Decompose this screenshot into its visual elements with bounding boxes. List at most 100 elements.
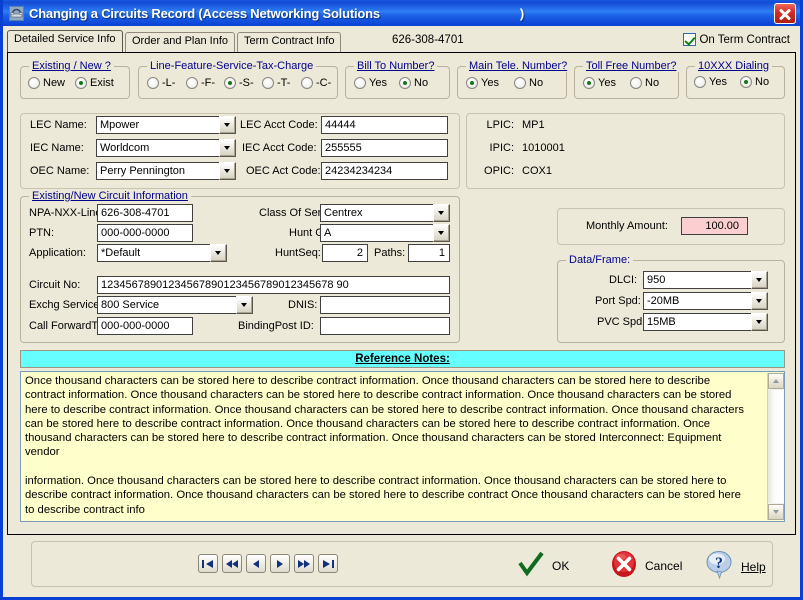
radio-c[interactable]: -C- — [301, 77, 331, 89]
npa-nxx-line-input[interactable]: 626-308-4701 — [97, 204, 193, 222]
prev-record-button[interactable] — [246, 554, 266, 573]
radio-t[interactable]: -T- — [262, 77, 290, 89]
notes-scrollbar[interactable] — [767, 373, 784, 520]
lec-name-label: LEC Name: — [30, 119, 87, 131]
radio-f[interactable]: -F- — [186, 77, 215, 89]
radio-toll-free-yes[interactable]: Yes — [583, 77, 616, 89]
pvc-spd-value[interactable]: 15MB — [643, 313, 751, 331]
tab-term-contract-info[interactable]: Term Contract Info — [237, 32, 342, 52]
radio-button[interactable] — [224, 77, 236, 89]
lec-name-value[interactable]: Mpower — [96, 116, 219, 134]
last-record-button[interactable] — [318, 554, 338, 573]
monthly-amount-input[interactable]: 100.00 — [681, 217, 748, 235]
oec-name-combo[interactable]: Perry Pennington — [96, 162, 236, 180]
on-term-contract-checkbox[interactable]: On Term Contract — [683, 33, 790, 46]
radio-button[interactable] — [186, 77, 198, 89]
dnis-input[interactable] — [320, 296, 450, 314]
class-of-service-combo[interactable]: Centrex — [320, 204, 450, 222]
circuit-no-input[interactable]: 12345678901234567890123456789012345678 9… — [97, 276, 450, 294]
radio-button[interactable] — [466, 77, 478, 89]
lec-name-combo[interactable]: Mpower — [96, 116, 236, 134]
radio-button[interactable] — [75, 77, 87, 89]
dlci-combo[interactable]: 950 — [643, 271, 768, 289]
chevron-down-icon[interactable] — [219, 162, 236, 180]
application-combo[interactable]: *Default — [97, 244, 227, 262]
radio-main-tele-yes[interactable]: Yes — [466, 77, 499, 89]
iec-name-value[interactable]: Worldcom — [96, 139, 219, 157]
radio-button[interactable] — [262, 77, 274, 89]
scroll-down-icon[interactable] — [768, 504, 784, 520]
radio-button[interactable] — [514, 77, 526, 89]
chevron-down-icon[interactable] — [219, 139, 236, 157]
pvc-spd-label: PVC Spd: — [597, 316, 646, 328]
exchg-service-combo[interactable]: 800 Service — [97, 296, 253, 314]
radio-toll-free-no[interactable]: No — [630, 77, 659, 89]
help-button[interactable]: ? Help — [704, 550, 766, 583]
ok-button[interactable]: OK — [517, 550, 569, 581]
group-title: Existing/New Circuit Information — [29, 190, 191, 202]
radio-button[interactable] — [147, 77, 159, 89]
radio-button[interactable] — [583, 77, 595, 89]
radio-main-tele-no[interactable]: No — [514, 77, 543, 89]
scrollbar-track[interactable] — [768, 390, 783, 503]
iec-name-combo[interactable]: Worldcom — [96, 139, 236, 157]
scroll-up-icon[interactable] — [768, 373, 784, 389]
chevron-down-icon[interactable] — [433, 224, 450, 242]
oec-act-code-input[interactable]: 24234234234 — [321, 162, 448, 180]
radio-10xxx-yes[interactable]: Yes — [694, 76, 727, 88]
lec-acct-code-input[interactable]: 44444 — [321, 116, 448, 134]
port-spd-combo[interactable]: -20MB — [643, 292, 768, 310]
reference-notes-box[interactable]: Once thousand characters can be stored h… — [20, 371, 785, 522]
chevron-down-icon[interactable] — [210, 244, 227, 262]
next-record-button[interactable] — [270, 554, 290, 573]
radio-button[interactable] — [354, 77, 366, 89]
checkbox-box[interactable] — [683, 33, 697, 46]
chevron-down-icon[interactable] — [219, 116, 236, 134]
oec-acct-label: OEC Act Code: — [246, 165, 321, 177]
radio-bill-to-no[interactable]: No — [399, 77, 428, 89]
reference-notes-title: Reference Notes: — [355, 353, 450, 365]
chevron-down-icon[interactable] — [751, 313, 768, 331]
chevron-down-icon[interactable] — [433, 204, 450, 222]
first-record-button[interactable] — [198, 554, 218, 573]
radio-button[interactable] — [301, 77, 313, 89]
close-icon[interactable] — [774, 2, 796, 24]
application-value[interactable]: *Default — [97, 244, 210, 262]
radio-l[interactable]: -L- — [147, 77, 175, 89]
tab-label: Order and Plan Info — [132, 35, 229, 47]
radio-button[interactable] — [740, 76, 752, 88]
hunt-group-combo[interactable]: A — [320, 224, 450, 242]
tab-detailed-service-info[interactable]: Detailed Service Info — [7, 30, 123, 52]
port-spd-value[interactable]: -20MB — [643, 292, 751, 310]
reference-notes-text[interactable]: Once thousand characters can be stored h… — [21, 372, 757, 521]
radio-button[interactable] — [630, 77, 642, 89]
radio-s[interactable]: -S- — [224, 77, 254, 89]
prev-page-button[interactable] — [222, 554, 242, 573]
next-page-button[interactable] — [294, 554, 314, 573]
oec-name-value[interactable]: Perry Pennington — [96, 162, 219, 180]
call-forward-to-input[interactable]: 000-000-0000 — [97, 317, 193, 335]
radio-button[interactable] — [399, 77, 411, 89]
paths-input[interactable]: 1 — [408, 244, 450, 262]
cancel-button[interactable]: Cancel — [610, 550, 682, 581]
exchg-service-value[interactable]: 800 Service — [97, 296, 236, 314]
bindingpost-id-label: BindingPost ID: — [238, 320, 314, 332]
hunt-group-value[interactable]: A — [320, 224, 433, 242]
huntseq-input[interactable]: 2 — [322, 244, 368, 262]
tab-order-and-plan-info[interactable]: Order and Plan Info — [125, 32, 236, 52]
chevron-down-icon[interactable] — [751, 292, 768, 310]
dlci-value[interactable]: 950 — [643, 271, 751, 289]
pvc-spd-combo[interactable]: 15MB — [643, 313, 768, 331]
chevron-down-icon[interactable] — [751, 271, 768, 289]
chevron-down-icon[interactable] — [236, 296, 253, 314]
radio-button[interactable] — [28, 77, 40, 89]
radio-button[interactable] — [694, 76, 706, 88]
ptn-input[interactable]: 000-000-0000 — [97, 224, 193, 242]
radio-bill-to-yes[interactable]: Yes — [354, 77, 387, 89]
bindingpost-id-input[interactable] — [320, 317, 450, 335]
class-of-service-value[interactable]: Centrex — [320, 204, 433, 222]
radio-exist[interactable]: Exist — [75, 77, 114, 89]
iec-acct-code-input[interactable]: 255555 — [321, 139, 448, 157]
radio-new[interactable]: New — [28, 77, 65, 89]
radio-10xxx-no[interactable]: No — [740, 76, 769, 88]
